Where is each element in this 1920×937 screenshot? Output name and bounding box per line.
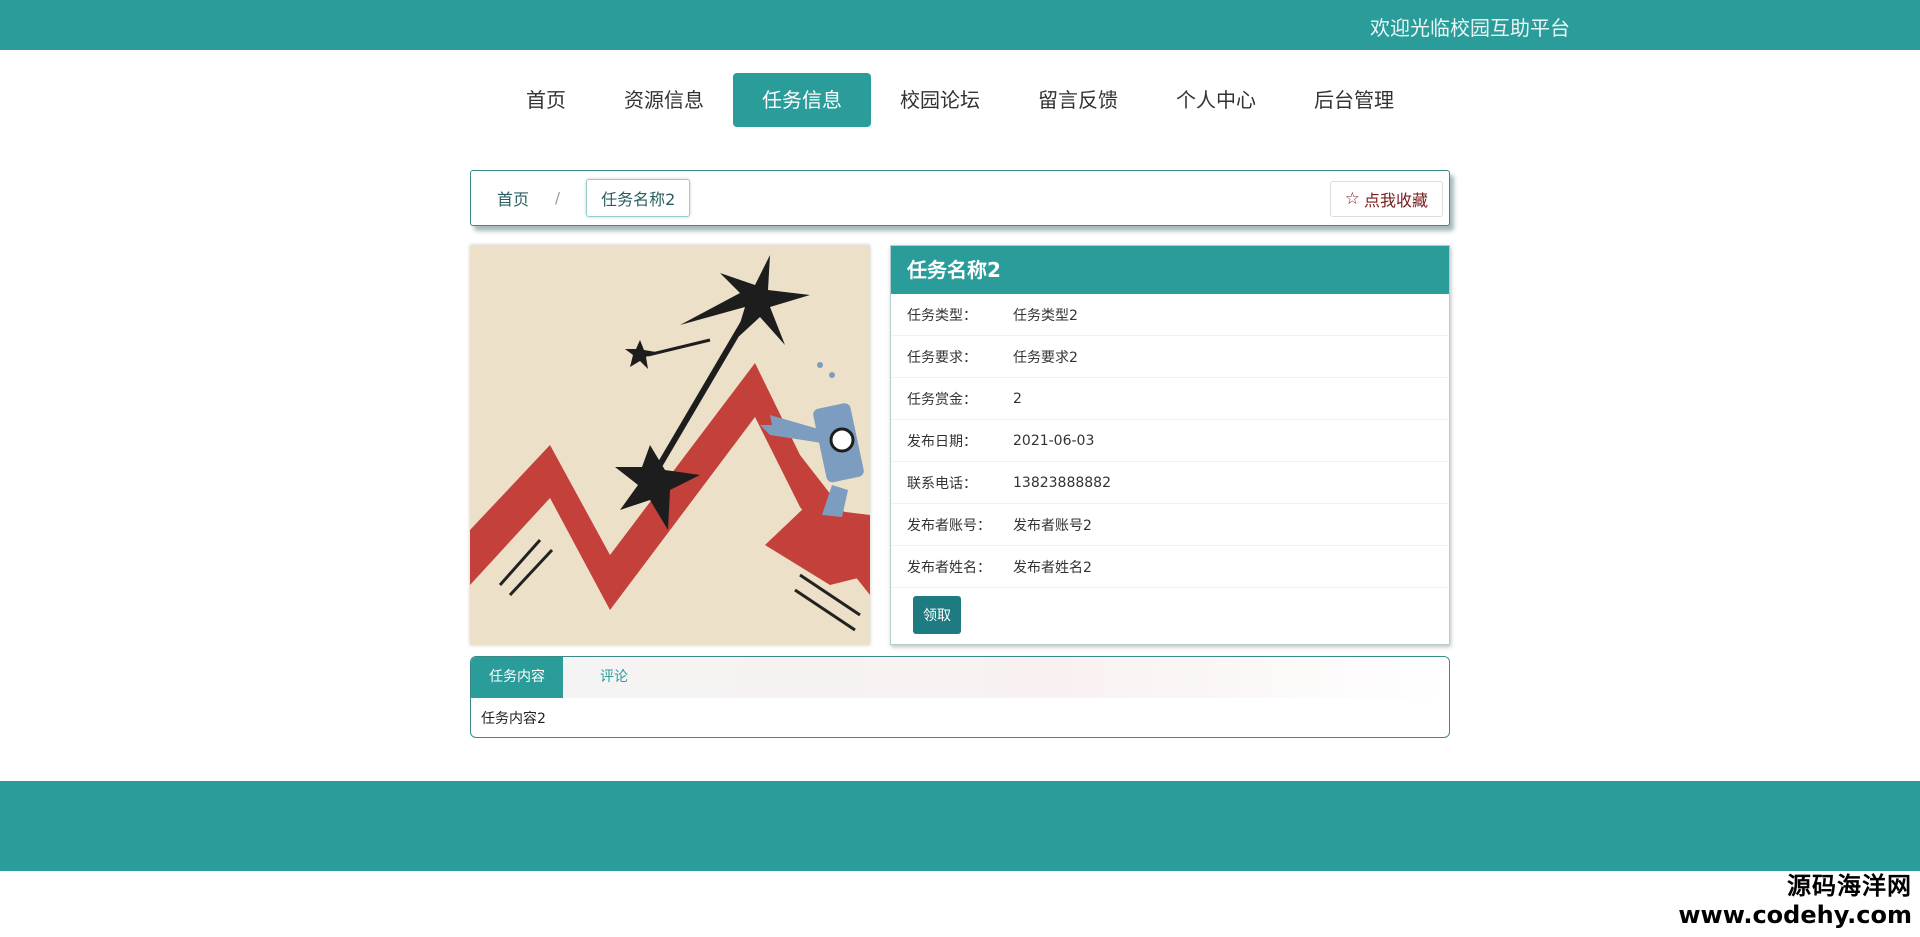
tab-task-content[interactable]: 任务内容 bbox=[471, 657, 563, 698]
field-value: 2 bbox=[1013, 390, 1022, 407]
footer bbox=[0, 781, 1920, 871]
watermark-line1: 源码海洋网 bbox=[1787, 872, 1912, 900]
nav-item-admin[interactable]: 后台管理 bbox=[1285, 73, 1423, 127]
top-bar: 欢迎光临校园互助平台 bbox=[0, 0, 1920, 50]
nav-item-tasks[interactable]: 任务信息 bbox=[733, 73, 871, 127]
field-value: 发布者账号2 bbox=[1013, 517, 1092, 534]
tab-bar: 任务内容 评论 bbox=[471, 657, 1449, 698]
tab-comments[interactable]: 评论 bbox=[582, 657, 646, 698]
nav-item-home[interactable]: 首页 bbox=[497, 73, 595, 127]
field-row: 任务要求： 任务要求2 bbox=[891, 336, 1449, 378]
field-label: 联系电话： bbox=[907, 475, 977, 492]
nav-item-feedback[interactable]: 留言反馈 bbox=[1009, 73, 1147, 127]
favorite-label: 点我收藏 bbox=[1363, 193, 1428, 210]
tab-content-text: 任务内容2 bbox=[481, 711, 546, 727]
nav-item-resources[interactable]: 资源信息 bbox=[595, 73, 733, 127]
receive-button[interactable]: 领取 bbox=[913, 596, 961, 634]
task-detail-panel: 任务名称2 任务类型： 任务类型2 任务要求： 任务要求2 任务赏金： 2 发布… bbox=[890, 245, 1450, 645]
field-row: 联系电话： 13823888882 bbox=[891, 462, 1449, 504]
task-image bbox=[470, 245, 870, 645]
field-value: 2021-06-03 bbox=[1013, 432, 1095, 449]
field-label: 发布者账号： bbox=[907, 517, 991, 534]
watermark-line2: www.codehy.com bbox=[1678, 901, 1912, 929]
breadcrumb: 首页 / 任务名称2 ☆ 点我收藏 bbox=[470, 170, 1450, 226]
breadcrumb-current: 任务名称2 bbox=[586, 179, 691, 217]
field-row: 发布者姓名： 发布者姓名2 bbox=[891, 546, 1449, 588]
nav-item-profile[interactable]: 个人中心 bbox=[1147, 73, 1285, 127]
breadcrumb-separator: / bbox=[555, 189, 561, 207]
field-row: 任务类型： 任务类型2 bbox=[891, 294, 1449, 336]
field-row: 发布者账号： 发布者账号2 bbox=[891, 504, 1449, 546]
welcome-text: 欢迎光临校园互助平台 bbox=[1370, 16, 1570, 40]
nav-item-forum[interactable]: 校园论坛 bbox=[871, 73, 1009, 127]
breadcrumb-home-link[interactable]: 首页 bbox=[497, 186, 529, 210]
favorite-button[interactable]: ☆ 点我收藏 bbox=[1329, 181, 1443, 217]
field-label: 任务赏金： bbox=[907, 391, 977, 408]
field-label: 发布日期： bbox=[907, 433, 977, 450]
main-nav: 首页 资源信息 任务信息 校园论坛 留言反馈 个人中心 后台管理 bbox=[0, 73, 1920, 127]
field-label: 任务要求： bbox=[907, 349, 977, 366]
field-value: 任务要求2 bbox=[1013, 349, 1078, 366]
watermark: 源码海洋网 www.codehy.com bbox=[1678, 866, 1912, 929]
field-value: 13823888882 bbox=[1013, 474, 1111, 491]
task-illustration bbox=[470, 245, 870, 645]
field-label: 任务类型： bbox=[907, 307, 977, 324]
task-title: 任务名称2 bbox=[891, 246, 1449, 294]
field-row: 发布日期： 2021-06-03 bbox=[891, 420, 1449, 462]
field-row: 任务赏金： 2 bbox=[891, 378, 1449, 420]
field-value: 任务类型2 bbox=[1013, 307, 1078, 324]
content-tabs: 任务内容 评论 任务内容2 bbox=[470, 656, 1450, 738]
field-label: 发布者姓名： bbox=[907, 559, 991, 576]
field-value: 发布者姓名2 bbox=[1013, 559, 1092, 576]
star-icon: ☆ bbox=[1344, 189, 1360, 208]
